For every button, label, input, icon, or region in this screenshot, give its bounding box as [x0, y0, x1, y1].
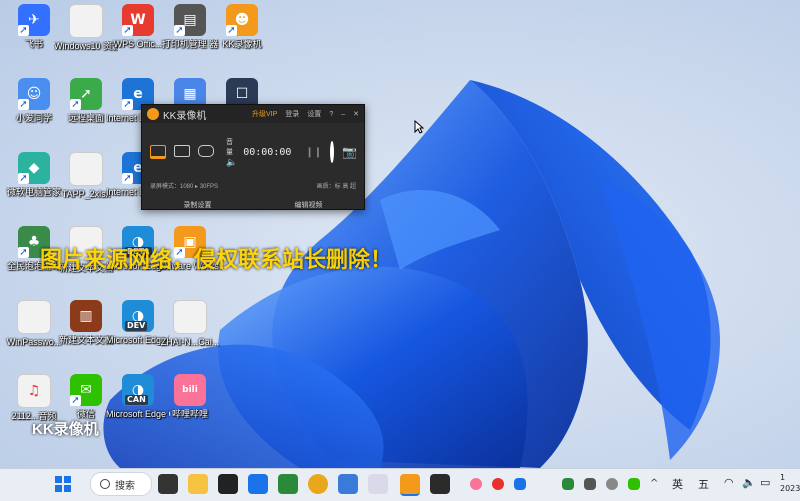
wechat-icon: ✉ ➚: [70, 374, 102, 406]
status-bar: 录屏模式：1080 ▸ 30FPS 画质：标 高 超: [142, 181, 364, 190]
record-timer: 00:00:00: [243, 146, 292, 158]
quality-status[interactable]: 画质：标 高 超: [317, 181, 356, 190]
store-icon[interactable]: [278, 474, 298, 494]
record-button[interactable]: [330, 141, 335, 163]
tray-app-icon[interactable]: [514, 478, 526, 490]
game-source-icon[interactable]: [198, 145, 214, 157]
battery-icon[interactable]: ▭: [760, 476, 770, 489]
pause-icon[interactable]: ❙❙: [305, 147, 322, 158]
app-icon[interactable]: [338, 474, 358, 494]
window-title: KK录像机: [163, 110, 207, 122]
desktop-icon-zhai[interactable]: ZHAI-N...Cai...: [158, 300, 222, 348]
audio-block: 音量 🔈: [226, 137, 237, 168]
icon-label: KK录像机: [222, 39, 262, 49]
printer-icon: ▤ ➚: [174, 4, 206, 36]
tray-app-icon[interactable]: [628, 478, 640, 490]
recorder-controls: 音量 🔈 00:00:00 ❙❙ 📷: [142, 123, 364, 181]
volume-icon[interactable]: 🔈: [742, 476, 756, 489]
wifi-icon[interactable]: ◠: [724, 476, 734, 489]
window-source-icon[interactable]: [174, 145, 190, 157]
tray-chevron-icon[interactable]: ^: [650, 478, 662, 490]
speaker-icon[interactable]: 🔈: [226, 157, 237, 168]
watermark-logo: KK录像机: [32, 421, 99, 438]
desktop: ✈ ➚ 飞书 ☺ ➚ 小爱同学 ◆ ➚ 微软电脑管家 ♣ ➚ 全民泡泡游戏 WinPas…: [0, 0, 800, 468]
screenshot-camera-icon[interactable]: 📷: [342, 145, 357, 159]
windows-start-icon[interactable]: [55, 476, 71, 492]
remote-desktop-icon: ➚ ➚: [70, 78, 102, 110]
xiaoai-icon: ☺ ➚: [18, 78, 50, 110]
record-mode-status: 录屏模式：1080 ▸ 30FPS: [150, 184, 219, 190]
login-link[interactable]: 登录: [285, 109, 299, 119]
kk-recorder-window[interactable]: KK录像机 升级VIP 登录 设置 ? – ✕ 音量 🔈 00:00:00 ❙❙: [141, 104, 365, 210]
source-selector: [150, 145, 214, 159]
icon-label: 哔哩哔哩: [171, 409, 208, 419]
close-icon[interactable]: ✕: [353, 110, 359, 118]
document-icon: [69, 4, 103, 38]
taskbar-search[interactable]: 搜索: [90, 472, 152, 496]
archive-icon: ▥: [70, 300, 102, 332]
taskbar-clock[interactable]: 1 2023: [780, 472, 800, 494]
record-settings-button[interactable]: 录制设置: [184, 200, 212, 210]
screen-source-icon[interactable]: [150, 145, 166, 159]
wps-icon: W ➚: [122, 4, 154, 36]
chrome-icon[interactable]: [308, 474, 328, 494]
edge-dev-icon: ◑ DEV: [122, 300, 154, 332]
taskview-icon[interactable]: [158, 474, 178, 494]
window-menu: 升级VIP 登录 设置 ? – ✕: [252, 109, 364, 119]
audio-label: 音量: [226, 138, 233, 156]
watermark-text: 图片来源网络，侵权联系站长删除！: [40, 248, 393, 273]
pc-manager-icon: ◆ ➚: [18, 152, 50, 184]
tray-app-icon[interactable]: [606, 478, 618, 490]
search-label: 搜索: [115, 480, 135, 492]
tray-app-icon[interactable]: [492, 478, 504, 490]
window-footer: 录制设置 编辑视频: [142, 200, 364, 210]
terminal-icon[interactable]: [218, 474, 238, 494]
edge-canary-icon: ◑ CAN: [122, 374, 154, 406]
minimize-icon[interactable]: –: [341, 111, 345, 118]
tray-app-icon[interactable]: [562, 478, 574, 490]
bilibili-icon: bili: [174, 374, 206, 406]
input-method[interactable]: 五: [698, 476, 709, 492]
window-titlebar[interactable]: KK录像机 升级VIP 登录 设置 ? – ✕: [142, 105, 364, 123]
desktop-icon-kk-recorder[interactable]: ☻ ➚ KK录像机: [210, 4, 274, 50]
kk-recorder-icon: ☻ ➚: [226, 4, 258, 36]
desktop-icon-bilibili[interactable]: bili 哔哩哔哩: [158, 374, 222, 420]
kk-logo-icon: [147, 108, 159, 120]
app-icon[interactable]: [430, 474, 450, 494]
document-icon: [17, 300, 51, 334]
app-icon[interactable]: [368, 474, 388, 494]
file-explorer-icon[interactable]: [188, 474, 208, 494]
clock-time: 1: [780, 473, 786, 482]
help-icon[interactable]: ?: [329, 111, 333, 118]
document-icon: [173, 300, 207, 334]
mail-icon[interactable]: [248, 474, 268, 494]
settings-link[interactable]: 设置: [307, 109, 321, 119]
tray-app-icon[interactable]: [470, 478, 482, 490]
kk-recorder-taskbar-icon[interactable]: [400, 474, 420, 496]
mouse-cursor-icon: [414, 120, 424, 134]
edit-video-button[interactable]: 编辑视频: [295, 200, 323, 210]
feishu-icon: ✈ ➚: [18, 4, 50, 36]
clock-date: 2023: [780, 484, 800, 493]
input-language[interactable]: 英: [672, 476, 683, 492]
audio-file-icon: ♫: [17, 374, 51, 408]
icon-label: ZHAI-N...Cai...: [160, 337, 220, 347]
tray-app-icon[interactable]: [584, 478, 596, 490]
search-icon: [100, 479, 110, 489]
upgrade-vip-link[interactable]: 升级VIP: [252, 109, 277, 119]
document-icon: [69, 152, 103, 186]
